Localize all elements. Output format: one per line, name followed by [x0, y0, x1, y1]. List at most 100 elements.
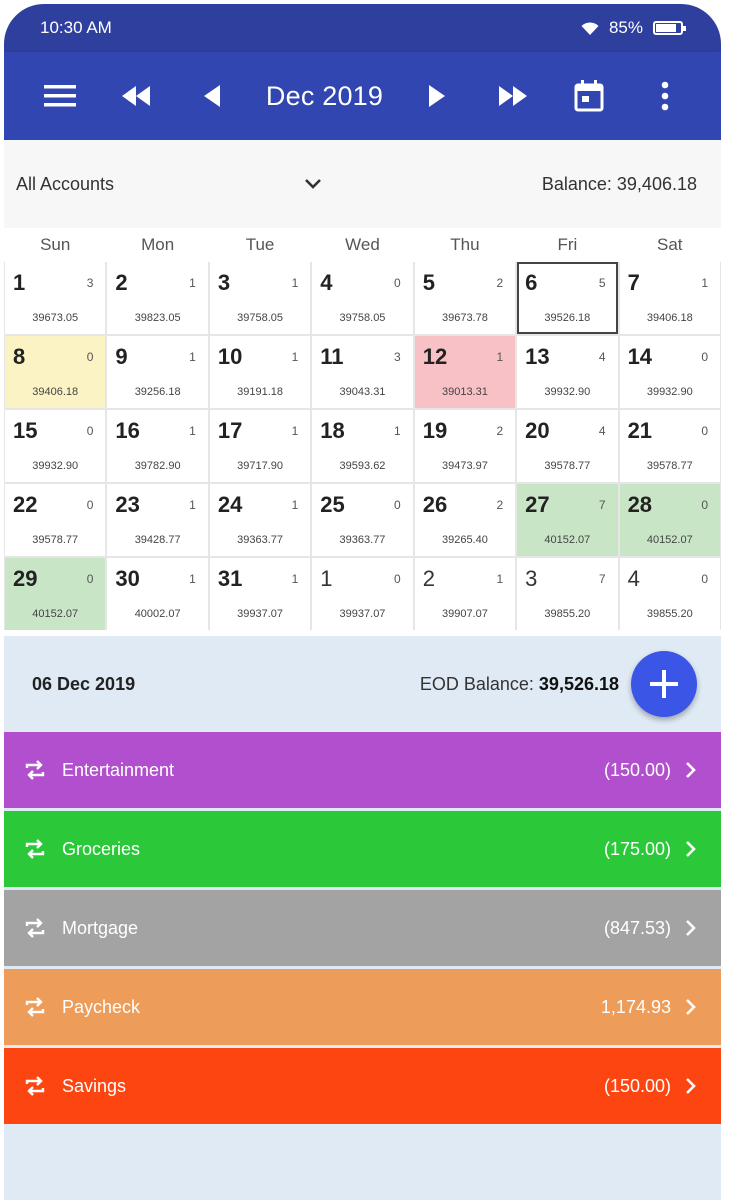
transaction-count: 1 — [701, 276, 708, 290]
toolbar: Dec 2019 — [4, 52, 721, 140]
next-month-button[interactable] — [415, 74, 459, 118]
day-number: 2 — [422, 566, 435, 591]
calendar-day-cell[interactable]: 11 3 39043.31 — [312, 336, 413, 408]
calendar-day-cell[interactable]: 5 2 39673.78 — [414, 262, 516, 334]
day-number: 17 — [217, 418, 243, 443]
day-balance: 39473.97 — [441, 460, 488, 472]
calendar-day-cell[interactable]: 10 1 39191.18 — [209, 336, 311, 408]
calendar-day-cell[interactable]: 14 0 39932.90 — [619, 336, 720, 408]
calendar-day-cell[interactable]: 26 2 39265.40 — [414, 484, 516, 556]
status-bar: 10:30 AM 85% — [4, 4, 721, 52]
overflow-menu-button[interactable] — [643, 74, 687, 118]
calendar-day-cell[interactable]: 31 1 39937.07 — [209, 558, 311, 630]
day-number: 5 — [422, 270, 435, 295]
transaction-count: 1 — [291, 424, 299, 438]
calendar-day-cell[interactable]: 4 0 39855.20 — [619, 558, 720, 630]
transaction-amount: 1,174.93 — [600, 996, 671, 1017]
calendar-day-cell[interactable]: 4 0 39758.05 — [312, 262, 413, 334]
calendar-day-cell[interactable]: 1 0 39937.07 — [312, 558, 413, 630]
day-balance: 40002.07 — [134, 608, 181, 620]
chevron-down-icon[interactable] — [304, 174, 322, 195]
day-number: 7 — [627, 270, 640, 295]
weekday-label: Sat — [657, 235, 683, 254]
calendar-day-cell[interactable]: 17 1 39717.90 — [209, 410, 311, 482]
transaction-name: Entertainment — [62, 759, 175, 780]
day-number: 22 — [13, 492, 38, 517]
transaction-count: 0 — [701, 350, 708, 364]
transaction-row[interactable]: Entertainment (150.00) — [4, 732, 721, 808]
day-balance: 39363.77 — [339, 534, 386, 546]
calendar-day-cell[interactable]: 15 0 39932.90 — [5, 410, 106, 482]
next-year-button[interactable] — [491, 74, 535, 118]
add-transaction-button[interactable] — [631, 651, 697, 717]
menu-button[interactable] — [38, 74, 82, 118]
day-number: 6 — [525, 270, 538, 295]
eod-balance-value: 39,526.18 — [538, 673, 619, 694]
chevron-right-icon — [686, 920, 696, 936]
transaction-count: 7 — [598, 572, 606, 586]
day-balance: 39673.05 — [32, 312, 79, 324]
day-balance: 39526.18 — [544, 312, 591, 324]
transaction-row[interactable]: Groceries (175.00) — [4, 811, 721, 887]
calendar-day-cell[interactable]: 25 0 39363.77 — [312, 484, 413, 556]
calendar-day-cell[interactable]: 28 0 40152.07 — [619, 484, 720, 556]
calendar-day-cell[interactable]: 16 1 39782.90 — [107, 410, 208, 482]
calendar-day-cell[interactable]: 12 1 39013.31 — [414, 336, 516, 408]
transaction-count: 1 — [291, 350, 299, 364]
day-number: 19 — [422, 418, 448, 443]
day-number: 26 — [422, 492, 448, 517]
eod-balance-label: EOD Balance: — [419, 673, 534, 694]
transaction-count: 1 — [291, 572, 299, 586]
day-number: 12 — [422, 344, 448, 369]
calendar-day-cell[interactable]: 29 0 40152.07 — [5, 558, 106, 630]
calendar-day-cell[interactable]: 23 1 39428.77 — [107, 484, 208, 556]
battery-level — [656, 24, 676, 32]
calendar-day-cell[interactable]: 7 1 39406.18 — [619, 262, 720, 334]
calendar-day-cell[interactable]: 6 5 39526.18 — [517, 262, 618, 334]
day-number: 8 — [13, 344, 26, 369]
calendar-day-cell[interactable]: 2 1 39823.05 — [107, 262, 208, 334]
calendar-day-cell[interactable]: 9 1 39256.18 — [107, 336, 208, 408]
transaction-count: 4 — [598, 424, 606, 438]
transaction-count: 1 — [189, 424, 196, 438]
transaction-row[interactable]: Paycheck 1,174.93 — [4, 969, 721, 1045]
calendar-day-cell[interactable]: 30 1 40002.07 — [107, 558, 208, 630]
repeat-icon — [25, 1076, 45, 1096]
transaction-count: 2 — [496, 498, 504, 512]
calendar-day-cell[interactable]: 2 1 39907.07 — [414, 558, 516, 630]
transaction-count: 0 — [394, 498, 401, 512]
day-number: 30 — [115, 566, 140, 591]
day-number: 13 — [525, 344, 550, 369]
battery-icon — [653, 21, 686, 35]
day-balance: 40152.07 — [544, 534, 591, 546]
calendar-day-cell[interactable]: 22 0 39578.77 — [5, 484, 106, 556]
today-button[interactable] — [567, 74, 611, 118]
chevron-right-icon — [686, 762, 696, 778]
transaction-count: 1 — [189, 498, 196, 512]
transaction-count: 0 — [86, 350, 94, 364]
previous-month-button[interactable] — [190, 74, 234, 118]
transaction-amount: (150.00) — [603, 1075, 671, 1096]
weekday-label: Sun — [40, 235, 71, 254]
eod-balance: EOD Balance: 39,526.18 — [420, 674, 619, 695]
account-dropdown[interactable]: All Accounts — [16, 174, 114, 195]
month-title[interactable]: Dec 2019 — [266, 81, 383, 112]
chevron-right-icon — [686, 999, 696, 1015]
day-number: 2 — [115, 270, 128, 295]
calendar-day-cell[interactable]: 3 7 39855.20 — [517, 558, 618, 630]
transaction-row[interactable]: Mortgage (847.53) — [4, 890, 721, 966]
transaction-count: 1 — [496, 572, 504, 586]
previous-year-button[interactable] — [114, 74, 158, 118]
calendar-day-cell[interactable]: 13 4 39932.90 — [517, 336, 618, 408]
calendar-day-cell[interactable]: 27 7 40152.07 — [517, 484, 618, 556]
transaction-row[interactable]: Savings (150.00) — [4, 1048, 721, 1124]
calendar-day-cell[interactable]: 20 4 39578.77 — [517, 410, 618, 482]
calendar-day-cell[interactable]: 3 1 39758.05 — [209, 262, 311, 334]
calendar-day-cell[interactable]: 1 3 39673.05 — [5, 262, 106, 334]
calendar-day-cell[interactable]: 24 1 39363.77 — [209, 484, 311, 556]
calendar-day-cell[interactable]: 18 1 39593.62 — [312, 410, 413, 482]
calendar-day-cell[interactable]: 21 0 39578.77 — [619, 410, 720, 482]
calendar-day-cell[interactable]: 8 0 39406.18 — [5, 336, 106, 408]
day-number: 25 — [320, 492, 345, 517]
calendar-day-cell[interactable]: 19 2 39473.97 — [414, 410, 516, 482]
